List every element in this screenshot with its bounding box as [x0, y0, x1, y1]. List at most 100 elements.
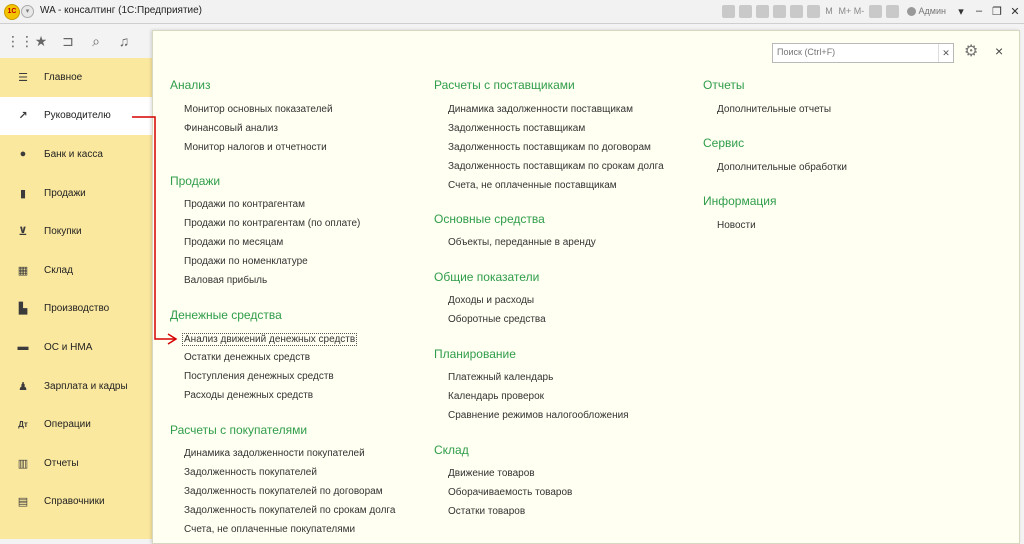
- section-title-warehouse: Склад: [434, 443, 469, 457]
- link-sales-by-counterparty[interactable]: Продажи по контрагентам: [184, 199, 305, 210]
- link-supplier-debt[interactable]: Задолженность поставщикам: [448, 123, 585, 134]
- clear-search-icon[interactable]: ✕: [938, 44, 953, 62]
- sidebar-item-label: Склад: [44, 264, 73, 276]
- link-cash-balances[interactable]: Остатки денежных средств: [184, 352, 310, 363]
- link-cash-flow-analysis[interactable]: Анализ движений денежных средств: [182, 333, 358, 346]
- link-income-expenses[interactable]: Доходы и расходы: [448, 295, 534, 306]
- search-box: ✕: [772, 43, 954, 63]
- sidebar-item-label: ОС и НМА: [44, 341, 93, 353]
- sidebar-item-warehouse[interactable]: ▦ Склад: [0, 251, 152, 290]
- search-input[interactable]: [773, 44, 941, 60]
- truck-icon: ▬: [17, 341, 29, 354]
- sidebar-item-main[interactable]: ☰ Главное: [0, 58, 152, 97]
- operations-icon: Дт: [18, 420, 28, 430]
- section-title-assets: Основные средства: [434, 212, 545, 226]
- save-icon[interactable]: [738, 4, 752, 18]
- section-title-suppliers: Расчеты с поставщиками: [434, 78, 575, 92]
- sidebar-item-manager[interactable]: ↗ Руководителю: [0, 96, 152, 136]
- link-customer-debt-dynamics[interactable]: Динамика задолженности покупателей: [184, 448, 365, 459]
- link-cash-expenses[interactable]: Расходы денежных средств: [184, 390, 313, 401]
- link-supplier-debt-terms[interactable]: Задолженность поставщикам по срокам долг…: [448, 161, 664, 172]
- memory-plus-icon[interactable]: M+: [839, 5, 852, 18]
- link-customer-unpaid-invoices[interactable]: Счета, не оплаченные покупателями: [184, 524, 355, 535]
- cart-icon: ⊻: [18, 226, 28, 239]
- link-financial-analysis[interactable]: Финансовый анализ: [184, 123, 278, 134]
- upload-icon[interactable]: [772, 4, 786, 18]
- link-payment-calendar[interactable]: Платежный календарь: [448, 372, 553, 383]
- link-inspection-calendar[interactable]: Календарь проверок: [448, 391, 544, 402]
- sidebar-item-salary[interactable]: ♟ Зарплата и кадры: [0, 367, 152, 406]
- memory-minus-icon[interactable]: M-: [854, 5, 865, 18]
- sidebar-item-operations[interactable]: Дт Операции: [0, 405, 152, 444]
- menu-icon: ☰: [18, 71, 28, 84]
- app-logo-icon[interactable]: 1С: [4, 4, 20, 20]
- link-monitor-main[interactable]: Монитор основных показателей: [184, 104, 333, 115]
- calendar-icon[interactable]: [806, 4, 820, 18]
- section-panel: ✕ ⚙ × Анализ Монитор основных показателе…: [152, 30, 1020, 544]
- restore-button[interactable]: ❐: [988, 5, 1006, 18]
- sidebar-item-bank[interactable]: ● Банк и касса: [0, 135, 152, 174]
- link-supplier-debt-dynamics[interactable]: Динамика задолженности поставщикам: [448, 104, 633, 115]
- favorites-star-icon[interactable]: ★: [33, 33, 49, 49]
- link-customer-debt-terms[interactable]: Задолженность покупателей по срокам долг…: [184, 505, 395, 516]
- sidebar-item-assets[interactable]: ▬ ОС и НМА: [0, 328, 152, 367]
- link-sales-by-counterparty-payment[interactable]: Продажи по контрагентам (по оплате): [184, 218, 360, 229]
- info-icon[interactable]: [885, 4, 899, 18]
- user-name: Админ: [918, 6, 946, 16]
- titlebar-tools: M M+ M- Админ ▾ – ❐ ✕: [720, 3, 1024, 19]
- link-sales-by-month[interactable]: Продажи по месяцам: [184, 237, 283, 248]
- section-title-info: Информация: [703, 194, 777, 208]
- history-icon[interactable]: ⊐: [60, 33, 76, 49]
- sections-sidebar: ☰ Главное ↗ Руководителю ● Банк и касса …: [0, 58, 152, 539]
- link-goods-turnover[interactable]: Оборачиваемость товаров: [448, 487, 572, 498]
- user-menu[interactable]: Админ: [906, 6, 946, 16]
- link-customer-debt[interactable]: Задолженность покупателей: [184, 467, 317, 478]
- link-current-assets[interactable]: Оборотные средства: [448, 314, 546, 325]
- link-cash-receipts[interactable]: Поступления денежных средств: [184, 371, 334, 382]
- sidebar-item-reports[interactable]: ▥ Отчеты: [0, 444, 152, 483]
- link-news[interactable]: Новости: [717, 220, 756, 231]
- link-supplier-debt-contracts[interactable]: Задолженность поставщикам по договорам: [448, 142, 651, 153]
- link-customer-debt-contracts[interactable]: Задолженность покупателей по договорам: [184, 486, 383, 497]
- link-supplier-unpaid-invoices[interactable]: Счета, не оплаченные поставщикам: [448, 180, 617, 191]
- sidebar-item-label: Зарплата и кадры: [44, 380, 128, 392]
- settings-gear-icon[interactable]: ⚙: [964, 43, 984, 61]
- close-panel-icon[interactable]: ×: [995, 43, 1007, 59]
- more-icon[interactable]: ▾: [952, 5, 970, 18]
- app-menu-icon[interactable]: ▾: [21, 5, 34, 18]
- memory-icon[interactable]: M: [824, 5, 835, 18]
- section-title-customers: Расчеты с покупателями: [170, 423, 308, 437]
- list-icon[interactable]: [789, 4, 803, 18]
- print-icon[interactable]: [721, 4, 735, 18]
- link-goods-movement[interactable]: Движение товаров: [448, 468, 535, 479]
- link-gross-profit[interactable]: Валовая прибыль: [184, 275, 267, 286]
- section-title-cash: Денежные средства: [170, 308, 282, 322]
- link-additional-processing[interactable]: Дополнительные обработки: [717, 162, 847, 173]
- link-additional-reports[interactable]: Дополнительные отчеты: [717, 104, 831, 115]
- zoom-icon[interactable]: [868, 4, 882, 18]
- close-window-button[interactable]: ✕: [1006, 5, 1024, 18]
- link-sales-by-nomenclature[interactable]: Продажи по номенклатуре: [184, 256, 308, 267]
- bar-chart-icon: ▥: [17, 457, 29, 470]
- sidebar-item-label: Справочники: [44, 496, 105, 508]
- minimize-button[interactable]: –: [970, 5, 988, 17]
- apps-grid-icon[interactable]: ⋮⋮: [6, 33, 34, 49]
- coin-icon: ●: [19, 148, 27, 161]
- sidebar-item-label: Руководителю: [44, 110, 111, 122]
- link-tax-regime-comparison[interactable]: Сравнение режимов налогообложения: [448, 410, 629, 421]
- section-title-general: Общие показатели: [434, 270, 540, 284]
- section-title-reports: Отчеты: [703, 78, 745, 92]
- sidebar-item-directories[interactable]: ▤ Справочники: [0, 483, 152, 522]
- link-leased-objects[interactable]: Объекты, переданные в аренду: [448, 237, 596, 248]
- search-icon[interactable]: ⌕: [88, 33, 104, 49]
- calc-icon[interactable]: [755, 4, 769, 18]
- sidebar-item-purchases[interactable]: ⊻ Покупки: [0, 212, 152, 251]
- sidebar-item-sales[interactable]: ▮ Продажи: [0, 174, 152, 213]
- notifications-bell-icon[interactable]: ♫: [116, 33, 132, 49]
- link-tax-monitor[interactable]: Монитор налогов и отчетности: [184, 142, 327, 153]
- window-titlebar: 1С ▾ WA - консалтинг (1С:Предприятие) M …: [0, 0, 1024, 24]
- link-goods-balances[interactable]: Остатки товаров: [448, 506, 525, 517]
- sidebar-item-label: Покупки: [44, 226, 82, 238]
- sidebar-item-production[interactable]: ▙ Производство: [0, 290, 152, 329]
- factory-icon: ▙: [18, 303, 28, 316]
